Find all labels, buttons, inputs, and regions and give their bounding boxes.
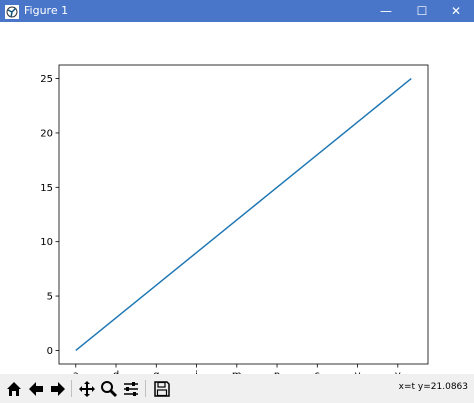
figure-canvas[interactable]: adgjmpsvy 0 5 10 15 20 25 [0,22,474,374]
back-icon [28,381,43,396]
cursor-coordinates: x=t y=21.0863 [398,382,468,392]
window-title: Figure 1 [24,4,69,17]
toolbar-separator [145,380,146,397]
pan-icon [78,380,95,397]
zoom-icon [100,380,117,397]
close-button[interactable]: ✕ [438,0,474,22]
save-icon [153,380,170,397]
y-tick-label: 20 [40,128,53,139]
y-axis-ticks: 0 5 10 15 20 25 [40,74,59,357]
line-chart: adgjmpsvy 0 5 10 15 20 25 [40,64,429,374]
maximize-icon: ☐ [416,4,428,18]
save-button[interactable] [151,378,172,399]
close-icon: ✕ [450,4,462,18]
configure-subplots-button[interactable] [120,378,141,399]
configure-subplots-icon [123,381,138,396]
y-tick-label: 0 [47,346,53,357]
matplotlib-app-icon [5,4,19,19]
minimize-icon: — [380,4,392,18]
forward-icon [50,381,65,396]
home-icon [6,381,21,396]
pan-button[interactable] [76,378,97,399]
y-tick-label: 5 [47,292,53,303]
minimize-button[interactable]: — [368,0,404,22]
maximize-button[interactable]: ☐ [404,0,440,22]
toolbar-separator [71,380,72,397]
back-button[interactable] [25,378,46,399]
y-tick-label: 10 [40,237,53,248]
y-tick-label: 25 [40,74,53,85]
title-bar: Figure 1 — ☐ ✕ [0,0,474,22]
x-axis-ticks: adgjmpsvy [73,364,401,374]
zoom-button[interactable] [98,378,119,399]
y-tick-label: 15 [40,183,53,194]
forward-button[interactable] [47,378,68,399]
home-button[interactable] [3,378,24,399]
navigation-toolbar: x=t y=21.0863 [0,374,474,403]
